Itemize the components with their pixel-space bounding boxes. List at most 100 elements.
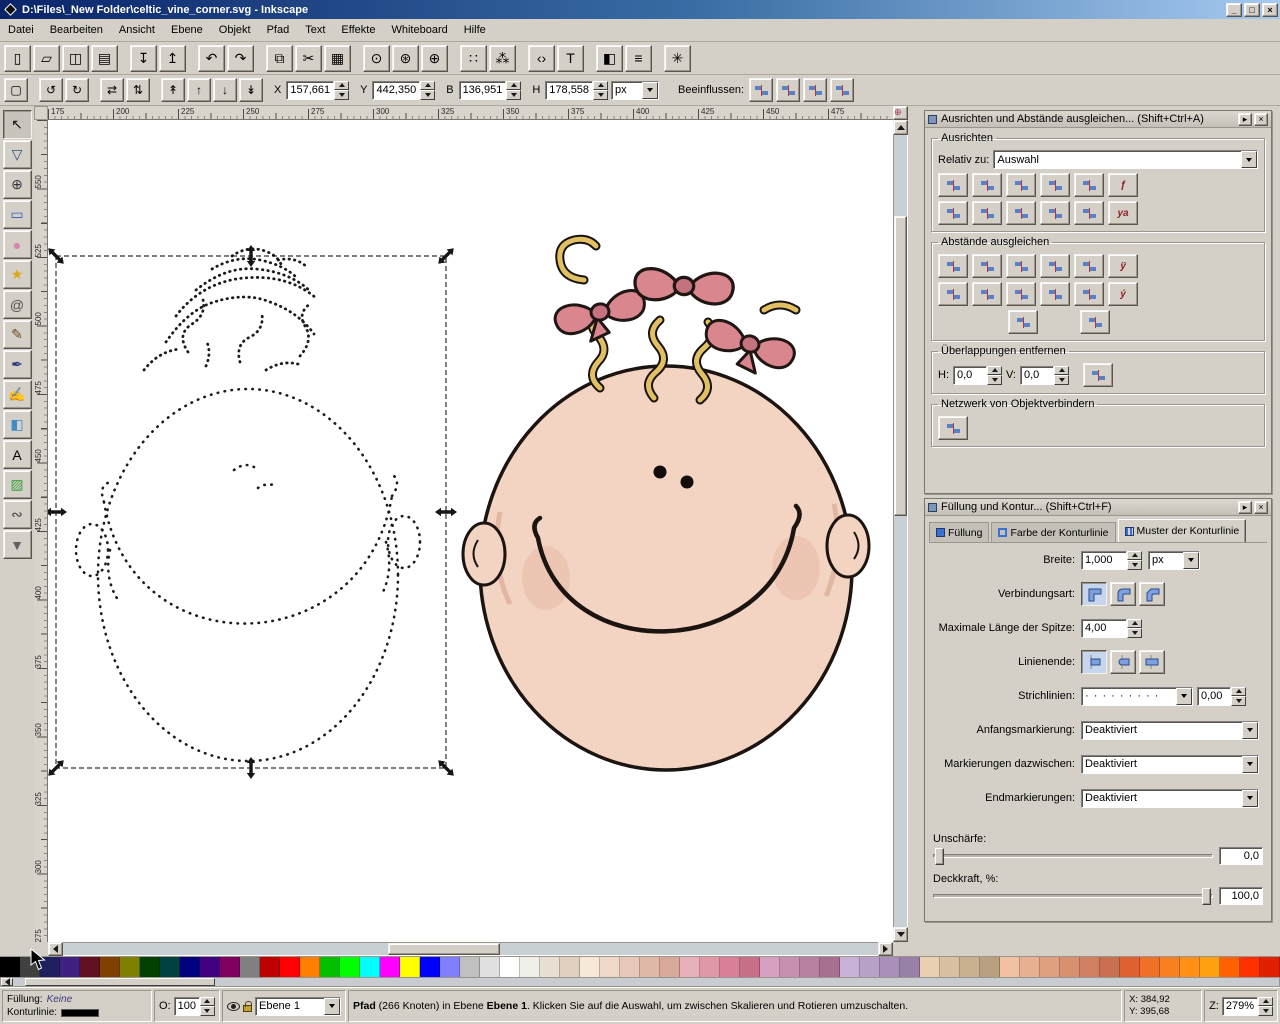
stroke-color-swatch[interactable]	[61, 1009, 99, 1017]
scroll-up-button[interactable]	[893, 120, 908, 135]
blur-value-field[interactable]: 0,0	[1219, 847, 1263, 865]
cap-round-button[interactable]	[1110, 650, 1136, 674]
distribute-centers-vertically-button[interactable]	[972, 282, 1002, 306]
palette-swatch[interactable]	[920, 957, 940, 977]
raise-to-top-button[interactable]: ↟	[161, 78, 185, 102]
align-top-to-anchor-bottom-button[interactable]	[1074, 201, 1104, 225]
marker-start-dropdown[interactable]: Deaktiviert	[1081, 721, 1259, 740]
cut-button[interactable]: ✂	[295, 45, 322, 72]
cap-square-button[interactable]	[1139, 650, 1165, 674]
palette-swatch[interactable]	[500, 957, 520, 977]
remove-overlaps-button[interactable]	[1083, 363, 1113, 387]
palette-swatch[interactable]	[120, 957, 140, 977]
canvas[interactable]: .dl{fill:none;stroke:#1c1c1c;stroke-widt…	[48, 120, 893, 942]
layer-lock-icon[interactable]	[243, 1005, 252, 1012]
select-all-button[interactable]: ▢	[4, 78, 28, 102]
distribute-anchors-horizontally-button[interactable]	[1074, 254, 1104, 278]
dash-pattern-dropdown[interactable]: · · · · · · · · ·	[1081, 687, 1193, 706]
center-on-vertical-axis-button[interactable]	[1006, 173, 1036, 197]
zoom-selection-button[interactable]: ⊙	[363, 45, 390, 72]
distribute-centers-horizontally-button[interactable]	[972, 254, 1002, 278]
palette-swatch[interactable]	[340, 957, 360, 977]
distribute-top-edges-button[interactable]	[938, 282, 968, 306]
sticky-zoom-button[interactable]: ⊕	[893, 106, 908, 120]
spin-up-icon[interactable]	[1231, 687, 1246, 697]
window-close-button[interactable]: ×	[1262, 3, 1278, 17]
window-minimize-button[interactable]: _	[1226, 3, 1242, 17]
align-right-edges-button[interactable]	[1040, 173, 1070, 197]
spiral-tool[interactable]: @	[3, 290, 32, 319]
preferences-button[interactable]: ✳	[664, 45, 691, 72]
palette-swatch[interactable]	[40, 957, 60, 977]
distribute-bottom-edges-button[interactable]	[1006, 282, 1036, 306]
vertical-ruler[interactable]: 550525500475450425400375350325300275	[34, 120, 48, 942]
palette-swatch[interactable]	[940, 957, 960, 977]
gradient-tool[interactable]: ▨	[3, 470, 32, 499]
rotate-ccw-button[interactable]: ↺	[39, 78, 63, 102]
align-bottom-edges-button[interactable]	[1040, 201, 1070, 225]
palette-swatch[interactable]	[480, 957, 500, 977]
spin-down-icon[interactable]	[1231, 696, 1246, 706]
layer-dropdown[interactable]: Ebene 1	[255, 997, 341, 1016]
palette-swatch[interactable]	[160, 957, 180, 977]
align-right-to-anchor-left-button[interactable]	[938, 173, 968, 197]
spin-up-icon[interactable]	[593, 81, 608, 91]
text-dialog-button[interactable]: T	[557, 45, 584, 72]
open-document-button[interactable]: ▱	[33, 45, 60, 72]
save-document-button[interactable]: ◫	[62, 45, 89, 72]
import-button[interactable]: ↧	[130, 45, 157, 72]
align-left-to-anchor-right-button[interactable]	[1074, 173, 1104, 197]
dialog-float-button[interactable]: ▸	[1238, 113, 1252, 126]
raise-button[interactable]: ↑	[187, 78, 211, 102]
scale-handle[interactable]	[48, 508, 67, 516]
spin-up-icon[interactable]	[1054, 366, 1069, 376]
spin-down-icon[interactable]	[200, 1006, 215, 1016]
dropdown-arrow-icon[interactable]	[324, 998, 340, 1015]
palette-swatch[interactable]	[1080, 957, 1100, 977]
spin-down-icon[interactable]	[506, 90, 521, 100]
palette-swatch[interactable]	[840, 957, 860, 977]
print-document-button[interactable]: ▤	[91, 45, 118, 72]
palette-swatch[interactable]	[380, 957, 400, 977]
palette-swatch[interactable]	[260, 957, 280, 977]
palette-swatch[interactable]	[1200, 957, 1220, 977]
zoom-field[interactable]: 279%	[1222, 997, 1273, 1016]
bow-middle[interactable]	[634, 268, 734, 306]
ellipse-tool[interactable]: ●	[3, 230, 32, 259]
palette-swatch[interactable]	[880, 957, 900, 977]
palette-swatch[interactable]	[600, 957, 620, 977]
palette-scroll-left-button[interactable]	[1, 978, 13, 986]
spin-down-icon[interactable]	[1127, 628, 1142, 638]
dialog-close-button[interactable]: ×	[1254, 113, 1268, 126]
palette-swatch[interactable]	[20, 957, 40, 977]
scroll-left-button[interactable]	[48, 942, 63, 956]
marker-end-dropdown[interactable]: Deaktiviert	[1081, 789, 1259, 808]
dropper-tool[interactable]: ▼	[3, 530, 32, 559]
spin-up-icon[interactable]	[506, 81, 521, 91]
palette-scrollbar[interactable]	[0, 977, 1280, 987]
palette-swatch[interactable]	[620, 957, 640, 977]
palette-swatch[interactable]	[1240, 957, 1260, 977]
rectangle-tool[interactable]: ▭	[3, 200, 32, 229]
palette-swatch[interactable]	[420, 957, 440, 977]
palette-swatch[interactable]	[320, 957, 340, 977]
distribute-horizontal-gaps-button[interactable]	[1040, 254, 1070, 278]
connector-tool[interactable]: ∾	[3, 500, 32, 529]
blur-slider[interactable]	[933, 854, 1213, 858]
zoom-page-button[interactable]: ⊕	[421, 45, 448, 72]
opacity-slider[interactable]	[933, 894, 1213, 898]
spin-up-icon[interactable]	[1127, 551, 1142, 561]
horizontal-ruler[interactable]: 175200225250275300325350375400425450475	[48, 106, 893, 120]
palette-swatch[interactable]	[240, 957, 260, 977]
palette-swatch[interactable]	[700, 957, 720, 977]
dropdown-arrow-icon[interactable]	[1242, 790, 1258, 807]
dialog-titlebar[interactable]: Ausrichten und Abstände ausgleichen... (…	[925, 111, 1271, 128]
spin-up-icon[interactable]	[420, 81, 435, 91]
flip-vertical-button[interactable]: ⇅	[126, 78, 150, 102]
fill-stroke-dialog-button[interactable]: ◧	[596, 45, 623, 72]
create-clone-button[interactable]: ⁂	[489, 45, 516, 72]
center-on-horizontal-axis-button[interactable]	[1006, 201, 1036, 225]
dialog-titlebar[interactable]: Füllung und Kontur... (Shift+Ctrl+F) ▸ ×	[925, 499, 1271, 516]
unclump-objects-button[interactable]	[1080, 310, 1110, 334]
tab-stroke-paint[interactable]: Farbe der Konturlinie	[991, 522, 1115, 542]
